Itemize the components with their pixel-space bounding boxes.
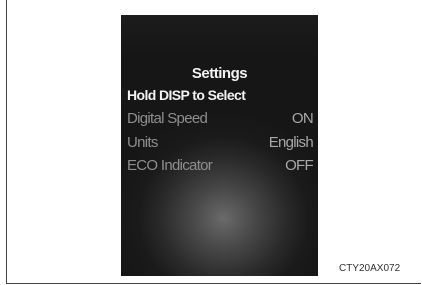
setting-label: Digital Speed [127, 110, 208, 127]
figure-code-caption: CTY20AX072 [339, 263, 401, 274]
setting-item-eco-indicator[interactable]: ECO Indicator OFF [127, 157, 314, 174]
setting-label: ECO Indicator [127, 157, 213, 174]
setting-value: English [268, 134, 314, 151]
setting-value: ON [291, 110, 314, 127]
instrument-display-screen: Settings Hold DISP to Select Digital Spe… [121, 15, 318, 276]
settings-title: Settings [191, 65, 248, 82]
setting-label: Units [127, 134, 158, 151]
setting-item-digital-speed[interactable]: Digital Speed ON [127, 110, 314, 127]
setting-item-units[interactable]: Units English [127, 134, 314, 151]
instruction-text: Hold DISP to Select [127, 87, 246, 103]
setting-value: OFF [285, 157, 314, 174]
